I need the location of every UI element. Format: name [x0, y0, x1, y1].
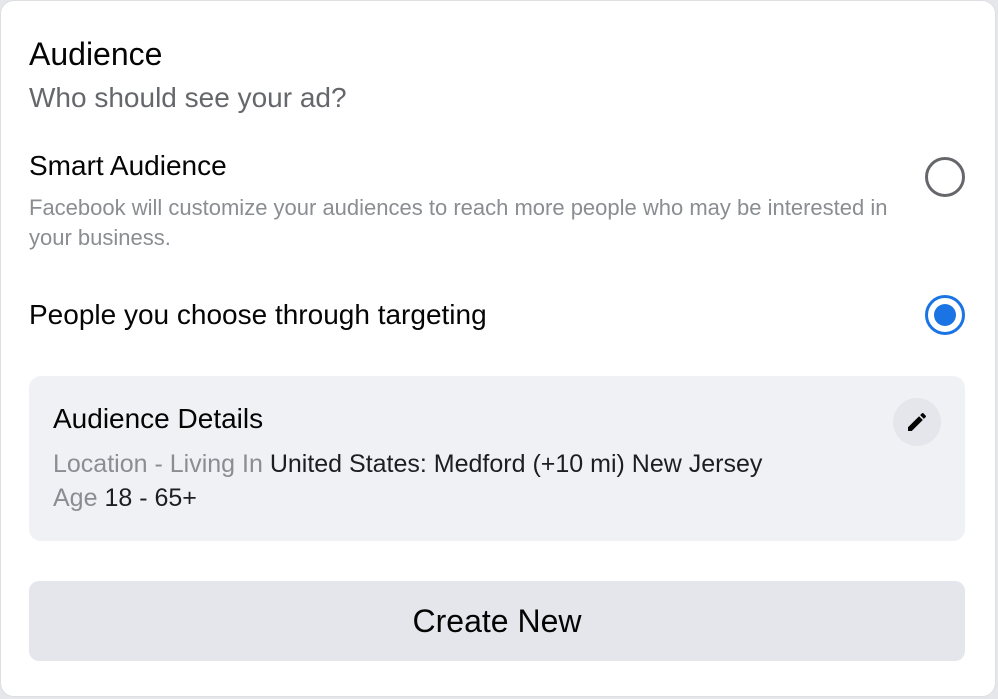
audience-title: Audience — [29, 36, 163, 72]
age-key: Age — [53, 484, 98, 512]
targeting-option-label[interactable]: People you choose through targeting — [29, 298, 487, 332]
location-detail: Location - Living In United States: Medf… — [53, 448, 762, 480]
targeting-option-radio[interactable] — [925, 295, 965, 335]
audience-card: Audience Who should see your ad? Smart A… — [0, 0, 996, 697]
radio-selected-dot — [934, 304, 956, 326]
age-detail: Age 18 - 65+ — [53, 482, 197, 514]
create-new-button[interactable]: Create New — [29, 581, 965, 661]
audience-details-title: Audience Details — [53, 403, 264, 434]
edit-audience-button[interactable] — [893, 398, 941, 446]
smart-audience-label[interactable]: Smart Audience — [29, 149, 227, 183]
location-key: Location - Living In — [53, 450, 263, 478]
pencil-icon — [908, 412, 927, 431]
smart-audience-description: Facebook will customize your audiences t… — [29, 195, 888, 250]
audience-details-panel: Audience Details Location - Living In Un… — [29, 376, 965, 541]
audience-subtitle: Who should see your ad? — [29, 82, 347, 113]
location-value: United States: Medford (+10 mi) New Jers… — [269, 450, 763, 478]
age-value: 18 - 65+ — [104, 484, 197, 512]
smart-audience-radio[interactable] — [925, 157, 965, 197]
